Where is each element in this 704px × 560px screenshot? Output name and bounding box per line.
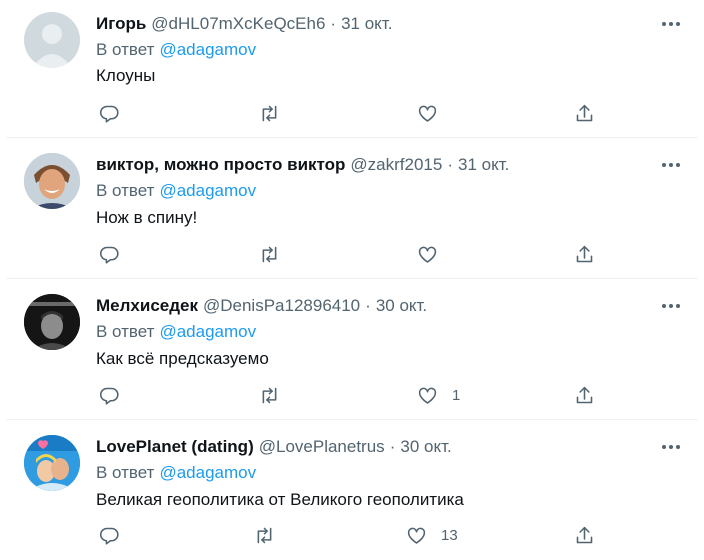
reply-button[interactable] xyxy=(99,385,120,406)
tweet-text: Нож в спину! xyxy=(96,208,198,227)
reply-to-link[interactable]: @adagamov xyxy=(159,40,256,59)
separator-dot: · xyxy=(389,437,396,456)
author-handle[interactable]: @zakrf2015 xyxy=(350,155,442,175)
tweet[interactable]: Игорь @dHL07mXcKeQcEh6 · 31 окт. В ответ… xyxy=(6,0,698,138)
more-options-icon[interactable] xyxy=(662,22,680,26)
reply-to-line: В ответ @adagamov xyxy=(96,463,256,483)
separator-dot: · xyxy=(330,14,337,33)
retweet-button[interactable] xyxy=(259,244,280,265)
retweet-icon xyxy=(257,527,272,544)
author-name[interactable]: Мелхиседек xyxy=(96,296,198,316)
reply-to-link[interactable]: @adagamov xyxy=(159,181,256,200)
retweet-icon xyxy=(262,246,277,263)
tweet-date[interactable]: 31 окт. xyxy=(341,14,392,34)
author-handle[interactable]: @LovePlanetrus xyxy=(259,437,385,457)
heart-icon xyxy=(418,387,437,404)
share-button[interactable] xyxy=(574,525,595,546)
retweet-icon xyxy=(262,387,277,404)
share-button[interactable] xyxy=(574,103,595,124)
share-icon xyxy=(576,526,593,544)
separator-dot: · xyxy=(447,155,454,174)
more-options-icon[interactable] xyxy=(662,304,680,308)
like-button[interactable] xyxy=(417,103,452,124)
tweet[interactable]: виктор, можно просто виктор @zakrf2015 ·… xyxy=(6,139,698,279)
reply-icon xyxy=(99,105,119,123)
default-avatar-icon xyxy=(32,24,72,68)
reply-icon xyxy=(99,246,119,264)
reply-to-line: В ответ @adagamov xyxy=(96,40,256,60)
share-icon xyxy=(576,386,593,404)
heart-icon xyxy=(418,246,437,263)
reply-button[interactable] xyxy=(99,244,120,265)
reply-icon xyxy=(99,527,119,545)
like-button[interactable]: 13 xyxy=(406,525,458,546)
tweet-actions xyxy=(96,244,596,266)
share-button[interactable] xyxy=(574,385,595,406)
reply-to-link[interactable]: @adagamov xyxy=(159,322,256,341)
photo-avatar-icon xyxy=(24,294,80,350)
reply-button[interactable] xyxy=(99,103,120,124)
tweet-header: Игорь @dHL07mXcKeQcEh6 · 31 окт. xyxy=(96,14,392,34)
avatar[interactable] xyxy=(24,435,80,491)
tweet-date[interactable]: 30 окт. xyxy=(376,296,427,316)
tweet-text: Как всё предсказуемо xyxy=(96,349,269,368)
reply-to-line: В ответ @adagamov xyxy=(96,322,256,342)
retweet-icon xyxy=(262,105,277,122)
reply-prefix: В ответ xyxy=(96,463,155,482)
reply-icon xyxy=(99,387,119,405)
reply-prefix: В ответ xyxy=(96,181,155,200)
photo-avatar-icon xyxy=(24,153,80,209)
tweet-text: Клоуны xyxy=(96,66,156,85)
more-options-icon[interactable] xyxy=(662,445,680,449)
reply-prefix: В ответ xyxy=(96,40,155,59)
tweet[interactable]: Мелхиседек @DenisPa12896410 · 30 окт. В … xyxy=(6,280,698,420)
like-button[interactable] xyxy=(417,244,452,265)
avatar[interactable] xyxy=(24,153,80,209)
like-button[interactable]: 1 xyxy=(417,385,460,406)
author-name[interactable]: Игорь xyxy=(96,14,146,34)
separator-dot: · xyxy=(365,296,371,315)
heart-icon xyxy=(407,527,426,544)
author-name[interactable]: виктор, можно просто виктор xyxy=(96,155,345,175)
avatar[interactable] xyxy=(24,12,80,68)
reply-button[interactable] xyxy=(99,525,120,546)
reply-to-link[interactable]: @adagamov xyxy=(159,463,256,482)
heart-icon xyxy=(418,105,437,122)
reply-to-line: В ответ @adagamov xyxy=(96,181,256,201)
retweet-button[interactable] xyxy=(259,103,280,124)
loveplanet-logo-icon xyxy=(24,435,80,491)
reply-prefix: В ответ xyxy=(96,322,155,341)
tweet-actions xyxy=(96,103,596,125)
author-handle[interactable]: @DenisPa12896410 xyxy=(203,296,360,316)
share-icon xyxy=(576,245,593,263)
tweet-text: Великая геополитика от Великого геополит… xyxy=(96,490,464,509)
retweet-button[interactable] xyxy=(259,385,280,406)
tweet-actions: 1 xyxy=(96,385,596,407)
author-handle[interactable]: @dHL07mXcKeQcEh6 xyxy=(151,14,325,34)
tweet-actions: 13 xyxy=(96,525,596,547)
like-count: 1 xyxy=(452,387,461,404)
tweet-date[interactable]: 31 окт. xyxy=(458,155,509,175)
like-count: 13 xyxy=(441,527,458,544)
tweet-date[interactable]: 30 окт. xyxy=(400,437,451,457)
tweet-header: LovePlanet (dating) @LovePlanetrus · 30 … xyxy=(96,437,452,457)
retweet-button[interactable] xyxy=(254,525,275,546)
tweet-header: виктор, можно просто виктор @zakrf2015 ·… xyxy=(96,155,509,175)
more-options-icon[interactable] xyxy=(662,163,680,167)
share-icon xyxy=(576,104,593,122)
author-name[interactable]: LovePlanet (dating) xyxy=(96,437,254,457)
avatar[interactable] xyxy=(24,294,80,350)
tweet-header: Мелхиседек @DenisPa12896410 · 30 окт. xyxy=(96,296,427,316)
tweet[interactable]: LovePlanet (dating) @LovePlanetrus · 30 … xyxy=(6,421,698,560)
share-button[interactable] xyxy=(574,244,595,265)
